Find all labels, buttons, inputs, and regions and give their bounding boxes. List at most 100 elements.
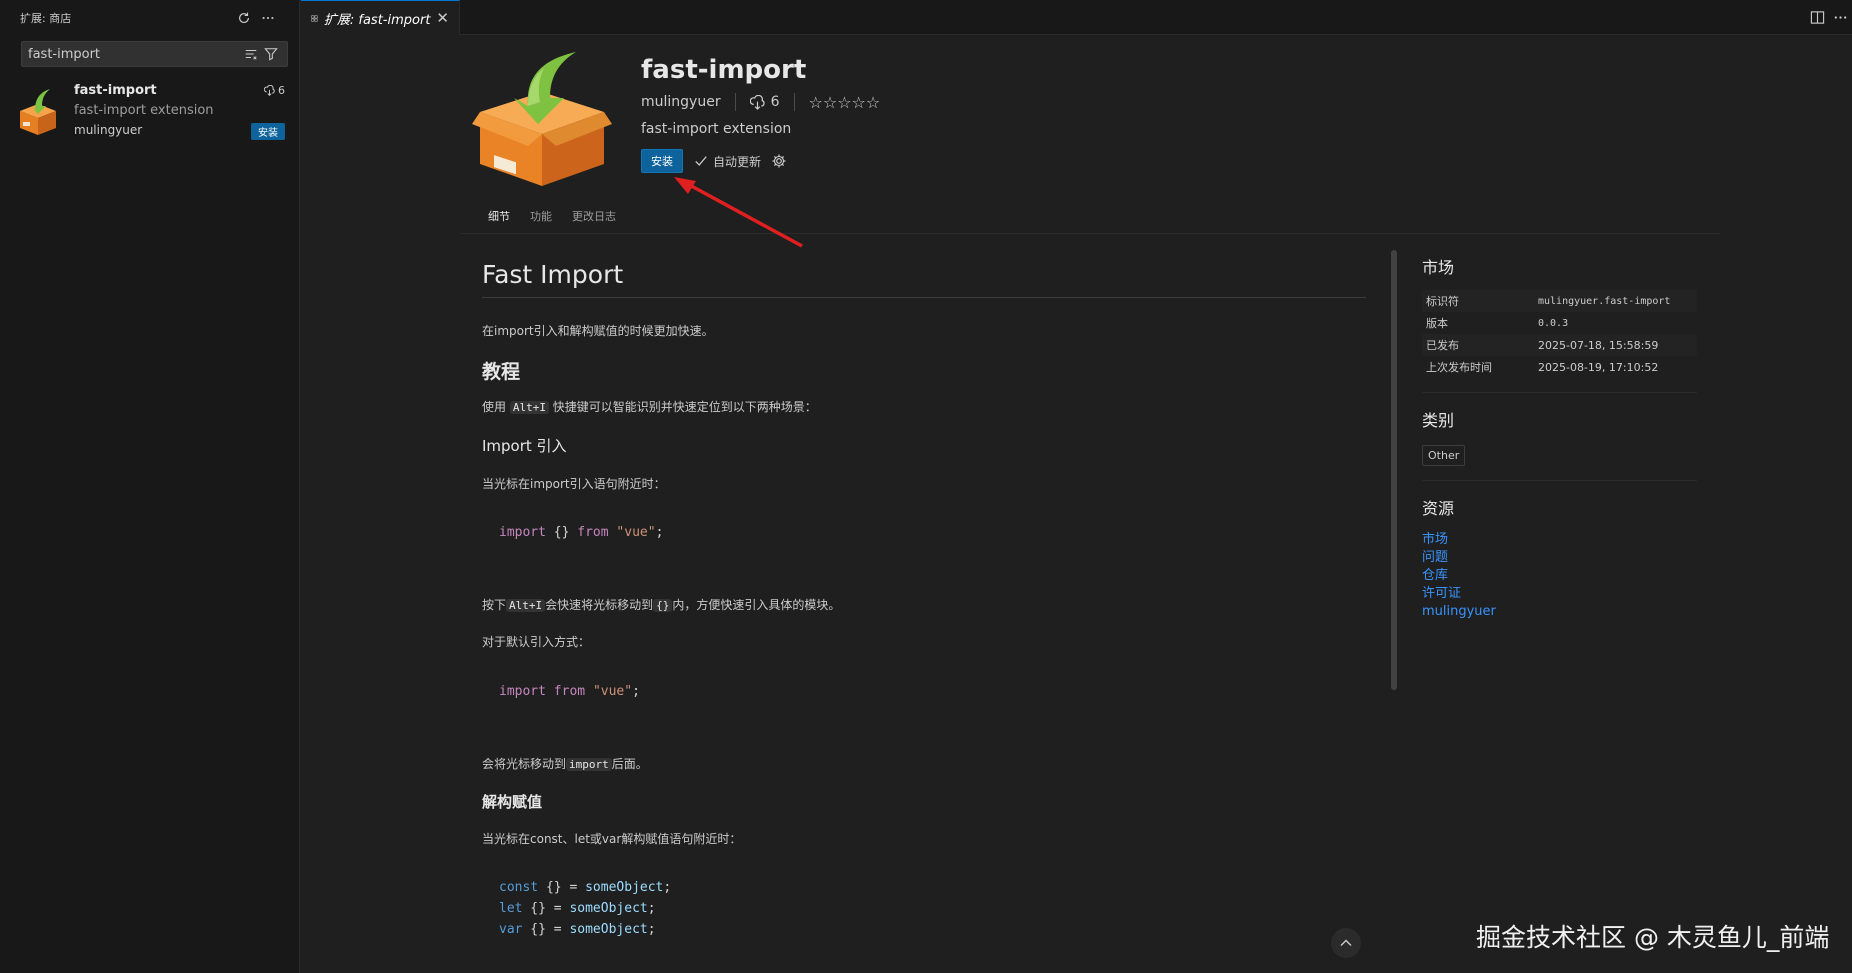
divider [793, 93, 795, 111]
info-key: 标识符 [1426, 295, 1459, 308]
link-repository[interactable]: 仓库 [1422, 567, 1697, 585]
check-icon[interactable] [693, 153, 709, 169]
sidebar-header: 扩展: 商店 [0, 0, 299, 35]
paragraph-press: 按下 Alt+I 会快速将光标移动到{} 内，方便快速引入具体的模块。 [482, 596, 840, 613]
divider [734, 93, 736, 111]
divider [1422, 392, 1697, 393]
code-line: const {} = someObject; [499, 877, 671, 898]
code-token: "vue" [616, 525, 656, 540]
info-value: mulingyuer.fast-import [1538, 295, 1671, 307]
readme-title: Fast Import [482, 260, 1366, 298]
info-key: 已发布 [1426, 339, 1459, 352]
readme-content: Fast Import 在import引入和解构赋值的时候更加快速。 教程 使用… [482, 260, 1366, 937]
info-key: 上次发布时间 [1426, 361, 1492, 374]
extension-meta: mulingyuer 6 ☆☆☆☆☆ [641, 92, 880, 112]
paragraph-default: 对于默认引入方式： [482, 635, 591, 649]
resources-title: 资源 [1422, 499, 1455, 518]
extension-nav-tabs: 细节 功能 更改日志 [478, 204, 626, 234]
search-value[interactable]: fast-import [28, 47, 241, 62]
extension-description: fast-import extension [641, 121, 792, 137]
info-value: 0.0.3 [1538, 317, 1569, 329]
text: 按下 [482, 598, 507, 612]
link-publisher[interactable]: mulingyuer [1422, 603, 1697, 621]
link-marketplace[interactable]: 市场 [1422, 531, 1697, 549]
extension-title: fast-import [641, 55, 807, 85]
code-token: var [499, 922, 523, 937]
code-token: {} = [522, 922, 570, 937]
code-token: {} [553, 525, 570, 540]
filter-icon[interactable] [261, 44, 281, 64]
text: 内，方便快速引入具体的模块。 [672, 598, 841, 612]
auto-update-checkbox[interactable]: 自动更新 [693, 153, 761, 170]
tab-actions [1810, 0, 1852, 35]
filter-list-icon[interactable] [241, 44, 261, 64]
split-editor-icon[interactable] [1810, 10, 1825, 25]
install-button[interactable]: 安装 [641, 149, 683, 173]
tab-changelog[interactable]: 更改日志 [562, 204, 626, 234]
text: 后面。 [611, 757, 648, 771]
refresh-icon[interactable] [233, 7, 255, 29]
download-icon [264, 85, 275, 96]
text: 会快速将光标移动到 [545, 598, 654, 612]
link-license[interactable]: 许可证 [1422, 585, 1697, 603]
info-row: 版本 0.0.3 [1422, 312, 1697, 334]
extensions-icon [311, 14, 318, 22]
tab-extension[interactable]: 扩展: fast-import ✕ [301, 0, 460, 35]
inline-code: Alt+I [509, 401, 549, 414]
info-row: 标识符 mulingyuer.fast-import [1422, 290, 1697, 312]
scroll-to-top-button[interactable] [1331, 928, 1361, 958]
inline-code: Alt+I [506, 599, 546, 612]
code-block: import from "vue"; [499, 681, 640, 702]
extension-item-description: fast-import extension [74, 103, 214, 118]
info-row: 上次发布时间 2025-08-19, 17:10:52 [1422, 356, 1697, 378]
code-token: someObject [569, 922, 648, 937]
tab-label[interactable]: 扩展: fast-import [324, 9, 431, 28]
tab-features[interactable]: 功能 [520, 204, 562, 234]
rating-stars[interactable]: ☆☆☆☆☆ [809, 93, 881, 112]
text: 快捷键可以智能识别并快速定位到以下两种场景： [552, 400, 817, 414]
extension-publisher[interactable]: mulingyuer [641, 94, 721, 110]
code-token: from [553, 684, 586, 699]
heading-tutorial: 教程 [482, 361, 521, 383]
divider [1422, 480, 1697, 481]
category-tag[interactable]: Other [1422, 445, 1466, 466]
downloads-count: 6 [278, 84, 285, 97]
chevron-up-icon [1340, 939, 1352, 946]
code-token: ; [632, 684, 640, 699]
info-value: 2025-07-18, 15:58:59 [1538, 338, 1659, 352]
extension-info-sidebar: 市场 标识符 mulingyuer.fast-import 版本 0.0.3 已发布… [1422, 250, 1697, 621]
extension-item-downloads: 6 [264, 84, 285, 97]
code-token: import [499, 684, 546, 699]
info-row: 已发布 2025-07-18, 15:58:59 [1422, 334, 1697, 356]
close-icon[interactable]: ✕ [436, 9, 449, 27]
extension-search-input[interactable]: fast-import [21, 41, 288, 67]
paragraph-import-context: 当光标在import引入语句附近时： [482, 477, 666, 491]
code-token: import [499, 525, 546, 540]
auto-update-label: 自动更新 [713, 154, 762, 169]
extensions-sidebar: 扩展: 商店 fast-import fast-import 6 fast-im [0, 0, 300, 973]
extension-item-name: fast-import [74, 83, 157, 98]
install-button[interactable]: 安装 [251, 123, 285, 140]
marketplace-info-table: 标识符 mulingyuer.fast-import 版本 0.0.3 已发布 202… [1422, 290, 1697, 378]
code-block: const {} = someObject; let {} = someObje… [499, 877, 671, 940]
code-token: from [577, 525, 609, 540]
inline-code: {} [653, 599, 673, 612]
code-block: import {} from "vue"; [499, 522, 663, 543]
more-icon[interactable] [1833, 10, 1848, 25]
extension-list-item[interactable]: fast-import 6 fast-import extension muli… [0, 80, 299, 146]
text: 使用 [482, 400, 507, 414]
marketplace-title: 市场 [1422, 258, 1455, 277]
watermark: 掘金技术社区 @ 木灵鱼儿_前端 [1476, 923, 1830, 952]
readme-scrollbar[interactable] [1391, 250, 1397, 690]
categories-title: 类别 [1422, 411, 1455, 430]
tab-details[interactable]: 细节 [478, 204, 520, 234]
link-issues[interactable]: 问题 [1422, 549, 1697, 567]
code-line: let {} = someObject; [499, 898, 671, 919]
extension-logo-icon [20, 89, 56, 135]
readme-intro: 在import引入和解构赋值的时候更加快速。 [482, 324, 714, 338]
gear-icon[interactable] [771, 153, 787, 169]
code-token: "vue" [592, 684, 633, 699]
paragraph-destructure-context: 当光标在const、let或var解构赋值语句附近时： [482, 832, 742, 846]
more-icon[interactable] [257, 7, 279, 29]
code-token: ; [663, 880, 672, 895]
